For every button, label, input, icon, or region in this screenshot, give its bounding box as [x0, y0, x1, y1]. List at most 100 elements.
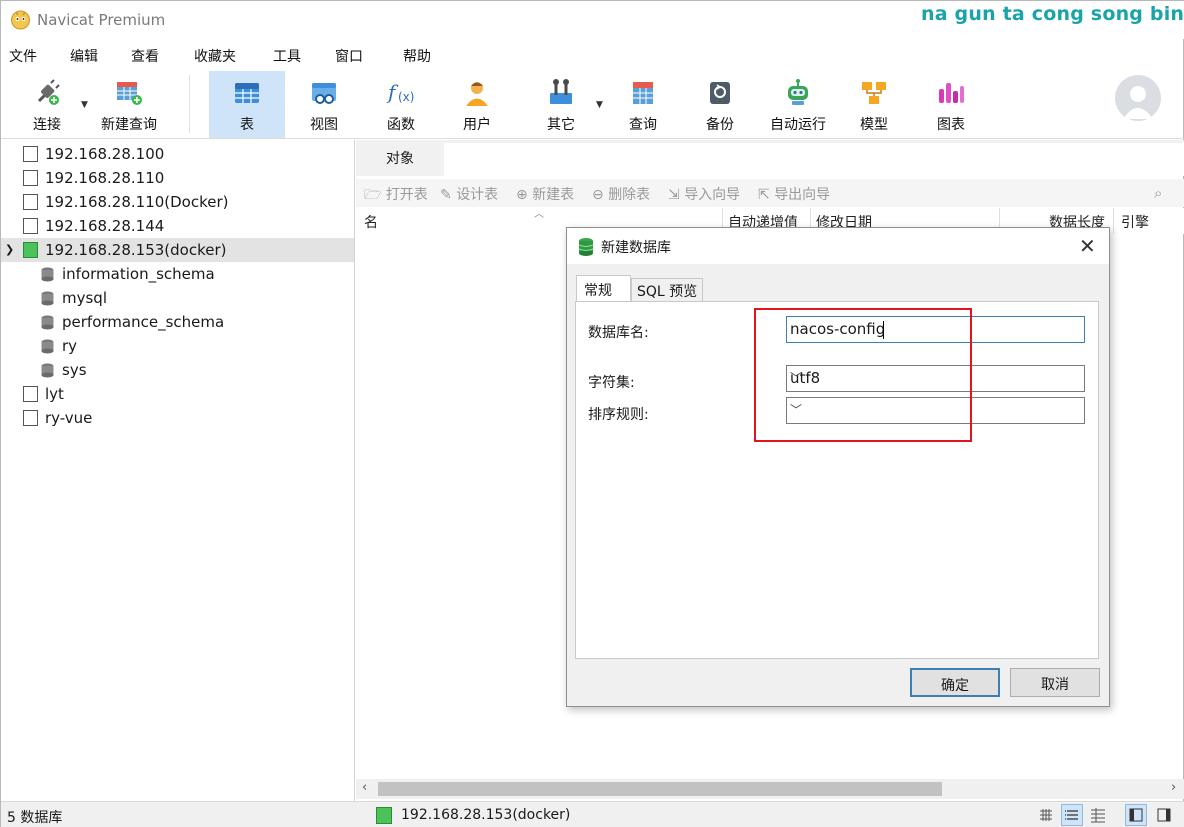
- window-title: Navicat Premium: [37, 11, 166, 29]
- scrollbar-thumb[interactable]: [378, 782, 942, 796]
- tree-connection[interactable]: 192.168.28.110(Docker): [1, 190, 354, 214]
- status-db-count: 5 数据库: [7, 810, 63, 826]
- menu-edit[interactable]: 编辑: [70, 46, 98, 66]
- tree-connection[interactable]: ry-vue: [1, 406, 354, 430]
- chevron-down-icon[interactable]: ▼: [596, 100, 603, 110]
- cancel-button[interactable]: 取消: [1010, 668, 1100, 697]
- new-query-button[interactable]: 新建查询: [95, 71, 163, 138]
- horizontal-scrollbar[interactable]: ‹ ›: [356, 779, 1184, 799]
- function-label: 函数: [387, 117, 415, 133]
- view-icon: [312, 83, 336, 104]
- column-engine[interactable]: 引擎: [1121, 212, 1149, 232]
- database-icon: [41, 291, 54, 306]
- chevron-down-icon[interactable]: ❯: [5, 243, 14, 256]
- export-wizard-button[interactable]: ⇱ 导出向导: [758, 184, 830, 204]
- mysql-connection-icon: [23, 410, 38, 426]
- menu-window[interactable]: 窗口: [335, 46, 363, 66]
- main-toolbar: 连接 ▼ 新建查询 表 视图 f (x) 函数 用户 其它 ▼ 查询 备份 自动…: [1, 71, 1184, 139]
- search-icon[interactable]: ⌕: [1154, 184, 1162, 202]
- query-button[interactable]: 查询: [607, 71, 679, 138]
- function-icon: f (x): [386, 80, 414, 104]
- scroll-left-icon[interactable]: ‹: [362, 780, 367, 795]
- tree-database[interactable]: information_schema: [1, 262, 354, 286]
- plug-icon: [37, 79, 60, 105]
- robot-icon: [788, 79, 808, 105]
- table-button[interactable]: 表: [209, 71, 285, 138]
- auto-run-label: 自动运行: [770, 117, 826, 133]
- menu-view[interactable]: 查看: [131, 46, 159, 66]
- mysql-connection-icon: [23, 218, 38, 234]
- sort-up-icon: ︿: [534, 209, 544, 220]
- import-wizard-button[interactable]: ⇲ 导入向导: [668, 184, 740, 204]
- user-label: 用户: [463, 117, 491, 133]
- panel-left-icon[interactable]: [1125, 804, 1147, 826]
- overlay-caption: na gun ta cong song bin fa: [921, 3, 1184, 25]
- delete-table-button[interactable]: ⊖ 删除表: [592, 184, 650, 204]
- backup-button[interactable]: 备份: [685, 71, 755, 138]
- menu-tools[interactable]: 工具: [273, 46, 301, 66]
- chart-icon: [939, 83, 964, 103]
- other-button[interactable]: 其它 ▼: [525, 71, 603, 138]
- new-query-label: 新建查询: [101, 117, 157, 133]
- scroll-right-icon[interactable]: ›: [1171, 780, 1176, 795]
- chart-button[interactable]: 图表: [915, 71, 987, 138]
- ok-button[interactable]: 确定: [910, 668, 1000, 697]
- tab-general[interactable]: 常规: [576, 275, 631, 303]
- tree-database[interactable]: performance_schema: [1, 310, 354, 334]
- menu-help[interactable]: 帮助: [403, 46, 431, 66]
- menu-favorites[interactable]: 收藏夹: [194, 46, 236, 66]
- column-divider: [1113, 208, 1114, 234]
- new-table-button[interactable]: ⊕ 新建表: [516, 184, 574, 204]
- column-name[interactable]: 名: [364, 212, 378, 232]
- tree-database[interactable]: ry: [1, 334, 354, 358]
- tree-database[interactable]: sys: [1, 358, 354, 382]
- user-icon: [466, 82, 488, 106]
- new-database-dialog: 新建数据库 ✕ 常规 SQL 预览 数据库名: nacos-config 字符集…: [566, 227, 1110, 707]
- new-query-icon: [117, 82, 142, 105]
- user-button[interactable]: 用户: [441, 71, 513, 138]
- mysql-connection-open-icon: [376, 807, 392, 824]
- database-icon: [41, 267, 54, 282]
- close-icon[interactable]: ✕: [1079, 234, 1096, 258]
- panel-right-icon[interactable]: [1153, 804, 1175, 826]
- tree-database[interactable]: mysql: [1, 286, 354, 310]
- connect-button[interactable]: 连接 ▼: [15, 71, 88, 138]
- avatar[interactable]: [1115, 75, 1161, 121]
- tree-connection[interactable]: 192.168.28.144: [1, 214, 354, 238]
- object-toolbar: 🗁 打开表 ✎ 设计表 ⊕ 新建表 ⊖ 删除表 ⇲ 导入向导 ⇱ 导出向导 ⌕: [356, 179, 1184, 207]
- view-label: 视图: [310, 117, 338, 133]
- menu-file[interactable]: 文件: [9, 46, 37, 66]
- user-avatar-icon: [1123, 86, 1153, 119]
- connect-label: 连接: [33, 117, 61, 133]
- tree-connection-selected[interactable]: ❯ 192.168.28.153(docker): [1, 238, 354, 262]
- detail-view-icon[interactable]: [1087, 804, 1109, 826]
- collation-label: 排序规则:: [588, 407, 649, 423]
- view-button[interactable]: 视图: [289, 71, 359, 138]
- tree-connection[interactable]: 192.168.28.110: [1, 166, 354, 190]
- model-label: 模型: [860, 117, 888, 133]
- tree-connection[interactable]: 192.168.28.100: [1, 142, 354, 166]
- tab-objects[interactable]: 对象: [356, 140, 444, 176]
- database-icon: [41, 363, 54, 378]
- dialog-title-bar: 新建数据库 ✕: [567, 228, 1109, 264]
- query-icon: [633, 82, 653, 104]
- tree-connection[interactable]: lyt: [1, 382, 354, 406]
- open-table-button[interactable]: 🗁 打开表: [364, 184, 428, 208]
- annotation-highlight-box: [754, 308, 972, 442]
- tab-sql-preview[interactable]: SQL 预览: [631, 278, 703, 302]
- model-button[interactable]: 模型: [839, 71, 909, 138]
- table-label: 表: [240, 117, 254, 133]
- tab-strip-blank: [444, 143, 1184, 176]
- design-table-button[interactable]: ✎ 设计表: [440, 184, 498, 204]
- grid-view-icon[interactable]: [1035, 804, 1057, 826]
- chevron-down-icon[interactable]: ▼: [81, 100, 88, 110]
- list-view-icon[interactable]: [1061, 804, 1083, 826]
- database-icon: [41, 315, 54, 330]
- backup-label: 备份: [706, 117, 734, 133]
- dialog-title: 新建数据库: [601, 240, 671, 256]
- function-button[interactable]: f (x) 函数: [365, 71, 437, 138]
- menu-bar: 文件 编辑 查看 收藏夹 工具 窗口 帮助: [1, 41, 1184, 69]
- auto-run-button[interactable]: 自动运行: [761, 71, 835, 138]
- navicat-logo-icon: [11, 10, 30, 30]
- query-label: 查询: [629, 117, 657, 133]
